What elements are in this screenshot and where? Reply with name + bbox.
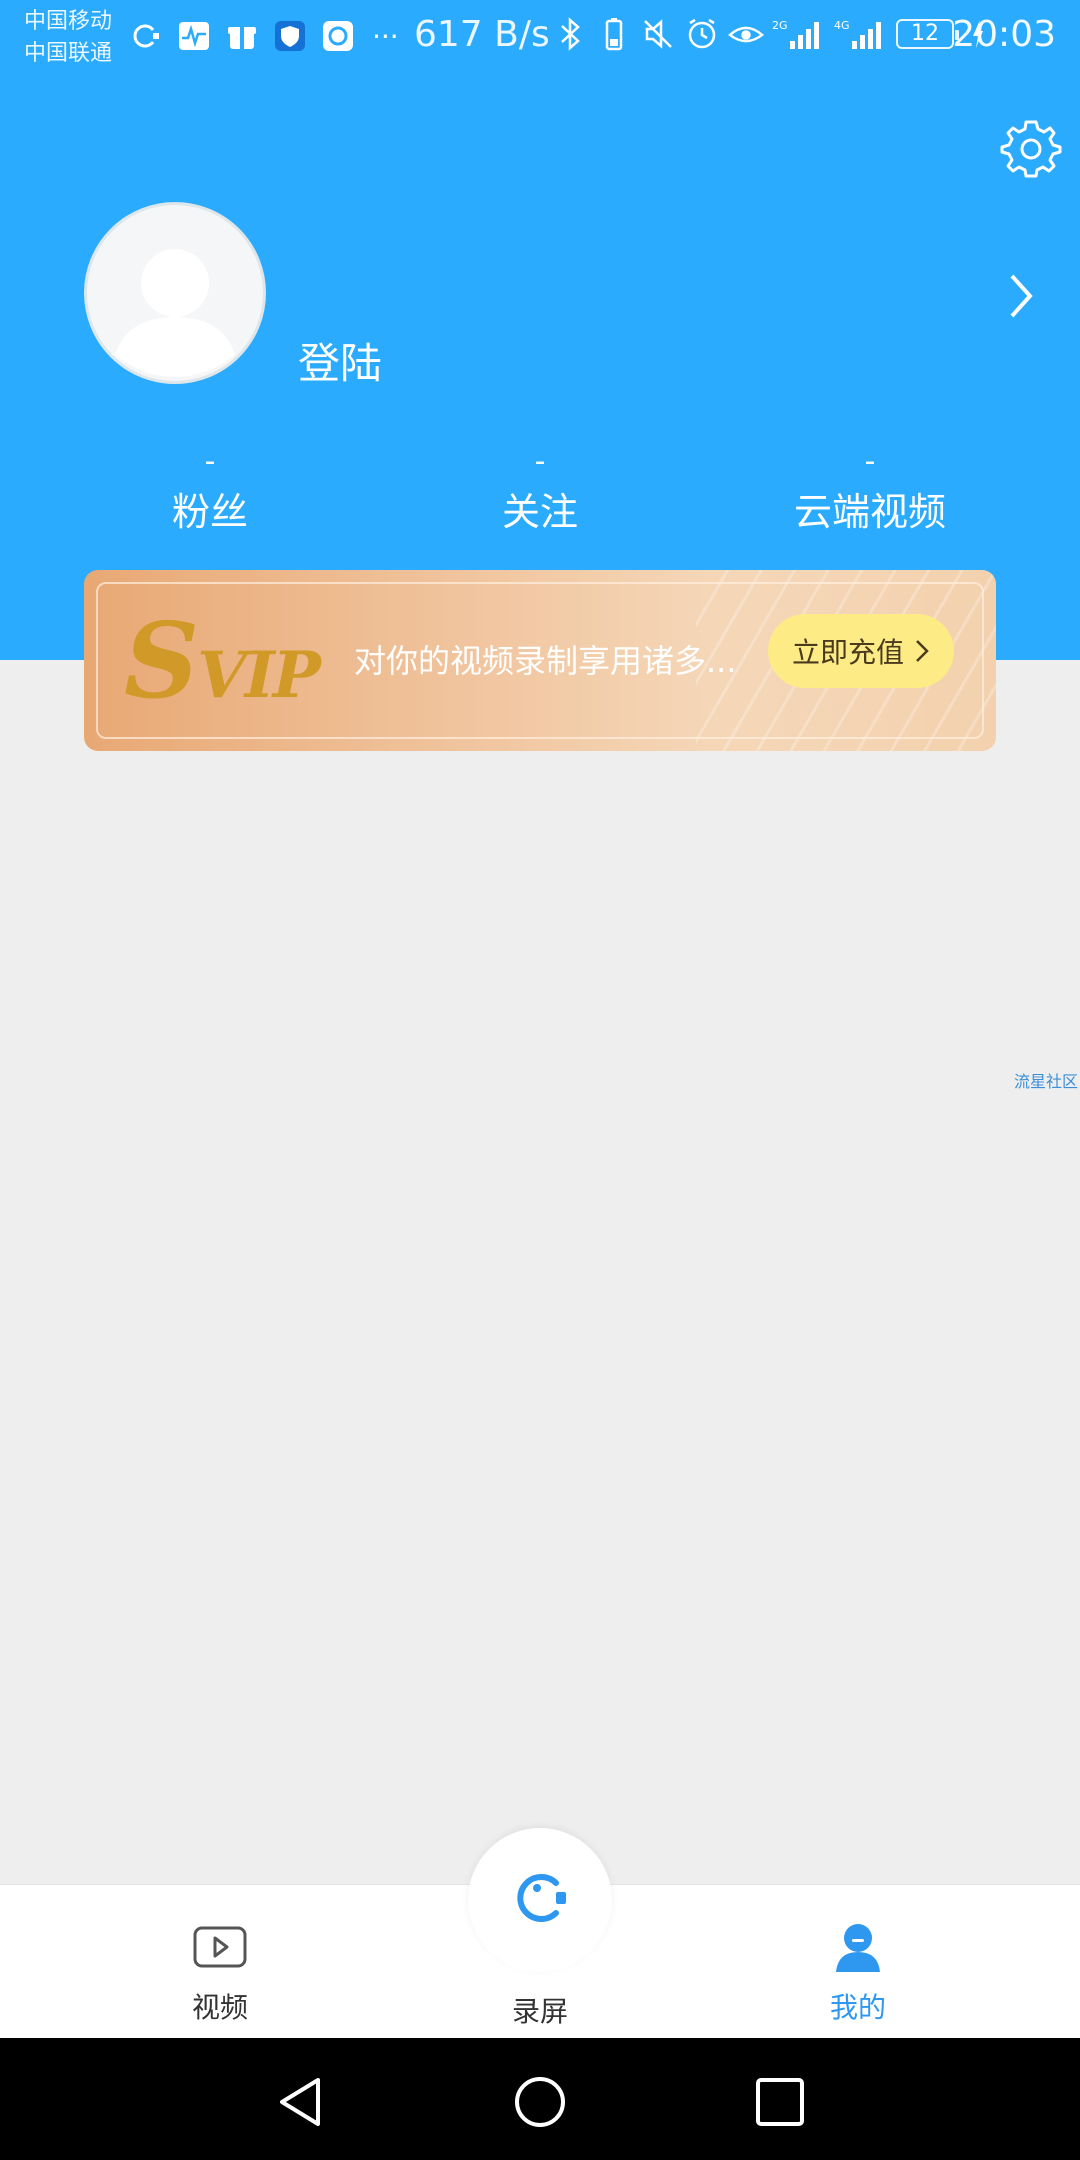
side-community-link[interactable]: 流星社区	[1014, 1068, 1078, 1092]
back-icon	[280, 2078, 320, 2126]
signal-2g-icon: 2G	[772, 16, 826, 52]
back-button[interactable]	[272, 2074, 328, 2130]
screen-recorder-icon	[128, 18, 164, 54]
qq-browser-icon	[320, 18, 356, 54]
stat-following[interactable]: - 关注	[410, 440, 670, 540]
battery-indicator: 12	[896, 19, 959, 49]
svip-description: 对你的视频录制享用诸多...	[354, 642, 737, 680]
carrier-2: 中国联通	[24, 41, 113, 66]
net-speed: 617 B/s	[414, 14, 550, 55]
carrier-1: 中国移动	[24, 9, 113, 34]
cloud-videos-count: -	[864, 444, 876, 479]
activity-icon	[176, 18, 212, 54]
stat-cloud-videos[interactable]: - 云端视频	[740, 440, 1000, 540]
record-tab-icon[interactable]	[508, 1866, 572, 1930]
cloud-videos-label: 云端视频	[793, 490, 946, 534]
low-battery-icon	[596, 16, 632, 52]
following-label: 关注	[501, 490, 578, 534]
user-tab-icon	[830, 1920, 886, 1976]
svip-logo-rest: VIP	[197, 638, 321, 713]
network-2-label: 4G	[834, 19, 850, 32]
tab-video[interactable]: 视频	[120, 1920, 320, 2026]
system-status-icons: 2G 4G 12	[552, 16, 986, 52]
mute-icon	[640, 16, 676, 52]
video-tab-icon	[192, 1920, 248, 1976]
fans-label: 粉丝	[171, 490, 248, 534]
network-1-label: 2G	[772, 19, 788, 32]
login-link[interactable]: 登陆	[298, 330, 382, 391]
more-notifications: ···	[372, 19, 399, 53]
recents-icon	[756, 2078, 804, 2126]
record-tab-label[interactable]: 录屏	[440, 1990, 640, 2030]
svip-logo: SVIP	[124, 609, 321, 714]
tab-mine[interactable]: 我的	[758, 1920, 958, 2026]
alarm-icon	[684, 16, 720, 52]
bluetooth-icon	[552, 16, 588, 52]
mine-tab-label: 我的	[829, 1991, 886, 2024]
clock: 20:03	[952, 14, 1056, 55]
stat-fans[interactable]: - 粉丝	[80, 440, 340, 540]
chevron-right-icon	[1010, 274, 1033, 318]
profile-arrow-button[interactable]	[1000, 268, 1040, 324]
recharge-button[interactable]: 立即充值	[768, 614, 954, 688]
svip-banner[interactable]: SVIP 对你的视频录制享用诸多... 立即充值	[84, 570, 996, 751]
carrier-info: 中国移动 中国联通	[24, 6, 112, 70]
video-tab-label: 视频	[191, 1991, 248, 2024]
app-gift-icon	[224, 18, 260, 54]
avatar[interactable]	[84, 202, 266, 384]
following-count: -	[534, 444, 546, 479]
eye-comfort-icon	[728, 16, 764, 52]
stats-row: - 粉丝 - 关注 - 云端视频	[0, 440, 1080, 540]
svip-logo-s: S	[124, 599, 199, 722]
default-user-icon	[115, 249, 235, 377]
home-icon	[515, 2077, 565, 2127]
chevron-right-icon	[916, 640, 929, 662]
status-bar: 中国移动 中国联通 ··· 617 B/s 2G 4G 12 20:03	[0, 0, 1080, 76]
fans-count: -	[204, 444, 216, 479]
settings-button[interactable]	[1000, 116, 1062, 178]
signal-4g-icon: 4G	[834, 16, 888, 52]
recharge-label: 立即充值	[791, 636, 904, 669]
gear-icon	[1000, 120, 1062, 178]
notification-icons: ···	[128, 18, 399, 54]
home-button[interactable]	[512, 2074, 568, 2130]
recents-button[interactable]	[752, 2074, 808, 2130]
security-shield-icon	[272, 18, 308, 54]
system-nav-bar	[0, 2038, 1080, 2160]
